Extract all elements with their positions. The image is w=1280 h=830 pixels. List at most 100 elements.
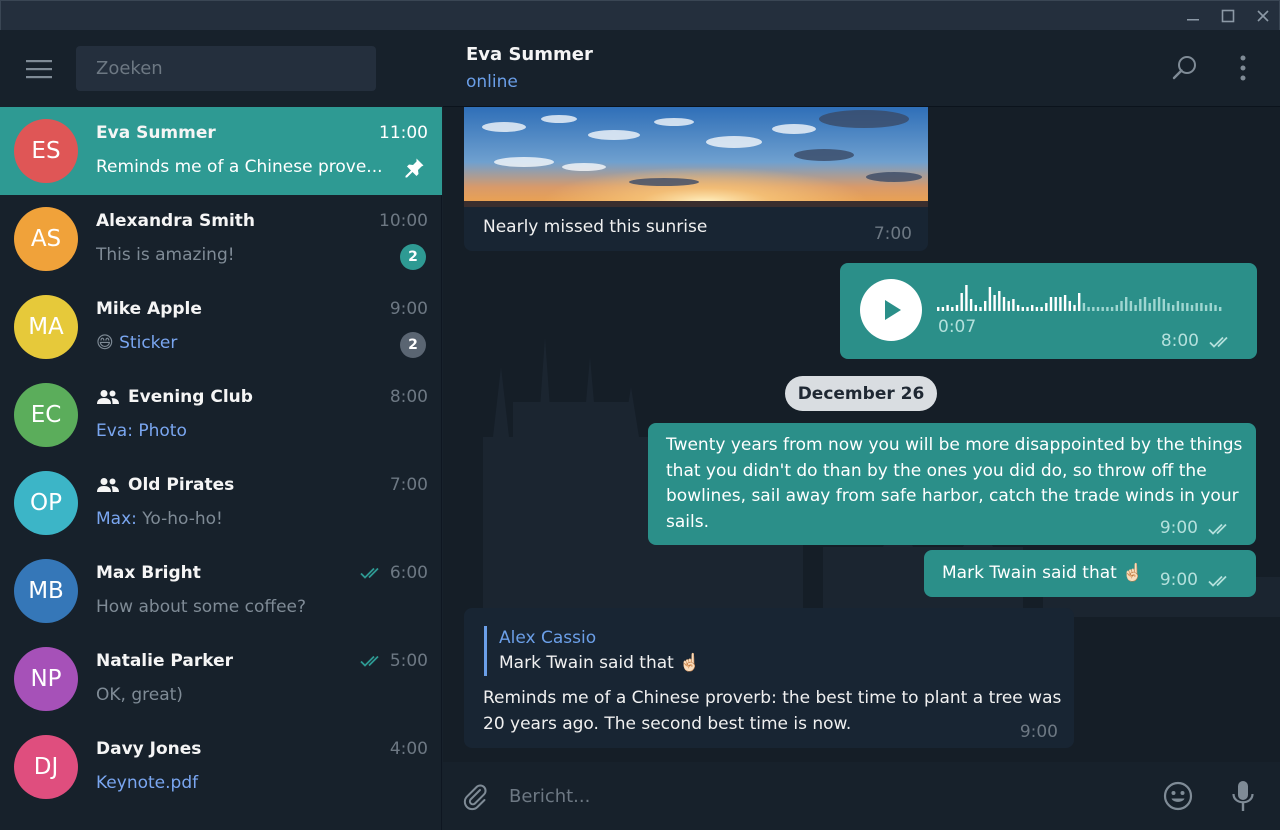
more-vertical-icon: [1240, 55, 1246, 81]
attach-button[interactable]: [457, 778, 493, 814]
sunrise-photo[interactable]: [464, 107, 928, 207]
unread-badge: 2: [400, 332, 426, 358]
message-time: 9:00: [1019, 722, 1058, 742]
emoji: ☝🏻: [679, 653, 701, 673]
search-button[interactable]: [1169, 52, 1201, 84]
message-text: Mark Twain said that ☝🏻: [942, 563, 1144, 583]
waveform-bar: [1200, 303, 1203, 311]
text-message[interactable]: Twenty years from now you will be more d…: [648, 423, 1256, 545]
emoji: ☝🏻: [1122, 563, 1144, 583]
text-message[interactable]: Mark Twain said that ☝🏻 9:00: [924, 550, 1256, 597]
search-input[interactable]: [76, 46, 376, 91]
double-check-icon: [1208, 575, 1227, 587]
waveform-bar: [955, 305, 959, 311]
waveform-bar: [1101, 307, 1104, 311]
paperclip-icon: [463, 784, 487, 811]
menu-button[interactable]: [22, 54, 56, 84]
chat-name: Eva Summer: [96, 123, 216, 143]
waveform-bar: [998, 291, 1001, 311]
waveform-bar: [1134, 305, 1137, 311]
waveform-bar: [1181, 303, 1184, 311]
double-check-icon: [360, 654, 384, 668]
double-check-icon: [360, 566, 384, 580]
waveform-bar: [1148, 303, 1151, 311]
chat-item-max-bright[interactable]: MB Max Bright 6:00 How about some coffee…: [0, 547, 442, 635]
waveform-bar: [988, 287, 992, 311]
waveform-bar: [951, 307, 954, 311]
close-button[interactable]: [1252, 5, 1274, 27]
reply-author: Alex Cassio: [499, 628, 597, 648]
search-icon: [1172, 56, 1196, 80]
waveform-bar: [1219, 307, 1222, 311]
waveform-bar: [1190, 305, 1194, 311]
waveform-bar: [984, 301, 987, 311]
peer-status: online: [466, 72, 518, 92]
waveform-bar: [1068, 301, 1071, 311]
peer-name[interactable]: Eva Summer: [466, 44, 593, 65]
message-time: 8:00: [1161, 329, 1235, 355]
chat-item-alexandra-smith[interactable]: AS Alexandra Smith 10:00 This is amazing…: [0, 195, 442, 283]
waveform-bar: [979, 307, 982, 311]
message-text: Reminds me of a Chinese proverb: the bes…: [483, 688, 1062, 734]
chat-preview: Keynote.pdf: [96, 773, 199, 793]
chat-sidebar: ES Eva Summer 11:00 Reminds me of a Chin…: [0, 30, 442, 830]
photo-message[interactable]: Nearly missed this sunrise 7:00: [464, 107, 928, 251]
close-icon: [1257, 10, 1269, 22]
chat-preview: 😄 Sticker: [96, 333, 178, 353]
waveform-bar: [974, 305, 977, 311]
waveform-bar: [1125, 297, 1128, 311]
waveform-bar: [1209, 303, 1212, 311]
chat-item-evening-club[interactable]: EC Evening Club 8:00 Eva: Photo: [0, 371, 442, 459]
chat-item-davy-jones[interactable]: DJ Davy Jones 4:00 Keynote.pdf: [0, 723, 442, 811]
waveform-bar: [1092, 307, 1095, 311]
emoji: 😄: [96, 333, 114, 353]
waveform-bar: [1172, 305, 1175, 311]
message-input[interactable]: [509, 776, 1149, 816]
chat-item-natalie-parker[interactable]: NP Natalie Parker 5:00 OK, great): [0, 635, 442, 723]
voice-message[interactable]: 0:07 8:00: [840, 263, 1257, 359]
reply-message[interactable]: Alex Cassio Mark Twain said that ☝🏻 Remi…: [464, 608, 1074, 748]
waveform-bar: [1120, 301, 1123, 311]
chat-item-mike-apple[interactable]: MA Mike Apple 9:00 😄 Sticker 2: [0, 283, 442, 371]
chat-time: 10:00: [379, 211, 428, 231]
chat-preview: Eva: Photo: [96, 421, 187, 441]
waveform-bar: [1016, 305, 1020, 311]
chat-time: 11:00: [379, 123, 428, 143]
waveform-bar: [1157, 297, 1161, 311]
chat-item-old-pirates[interactable]: OP Old Pirates 7:00 Max: Yo-ho-ho!: [0, 459, 442, 547]
photo-caption: Nearly missed this sunrise: [483, 217, 708, 237]
more-options-button[interactable]: [1227, 52, 1259, 84]
play-button[interactable]: [860, 279, 922, 341]
reply-quote[interactable]: Alex Cassio Mark Twain said that ☝🏻: [484, 626, 700, 676]
waveform-bar: [1139, 299, 1142, 311]
avatar: DJ: [14, 735, 78, 799]
microphone-icon: [1232, 781, 1254, 811]
waveform-bar: [1106, 307, 1109, 311]
pin-icon: [405, 158, 424, 178]
chat-time: 8:00: [389, 387, 428, 407]
waveform-bar: [960, 293, 963, 311]
message-time: 7:00: [873, 224, 912, 244]
emoji-button[interactable]: [1160, 778, 1196, 814]
date-separator: December 26: [785, 376, 937, 411]
maximize-button[interactable]: [1217, 5, 1239, 27]
voice-waveform[interactable]: [937, 281, 1227, 311]
sidebar-header: [0, 30, 442, 107]
message-composer: [443, 762, 1280, 830]
chat-preview: This is amazing!: [96, 245, 235, 265]
waveform-bar: [1054, 297, 1057, 311]
minimize-button[interactable]: [1182, 5, 1204, 27]
chat-name: Mike Apple: [96, 299, 202, 319]
minimize-icon: [1187, 19, 1199, 21]
waveform-bar: [1167, 303, 1170, 311]
waveform-bar: [1040, 307, 1043, 311]
waveform-bar: [1186, 303, 1189, 311]
chat-name: Max Bright: [96, 563, 201, 583]
avatar: EC: [14, 383, 78, 447]
chat-item-eva-summer[interactable]: ES Eva Summer 11:00 Reminds me of a Chin…: [0, 107, 442, 195]
waveform-bar: [1096, 307, 1100, 311]
chat-preview: Max: Yo-ho-ho!: [96, 509, 223, 529]
voice-record-button[interactable]: [1225, 778, 1261, 814]
chat-name: Evening Club: [96, 387, 253, 407]
waveform-bar: [1162, 299, 1165, 311]
